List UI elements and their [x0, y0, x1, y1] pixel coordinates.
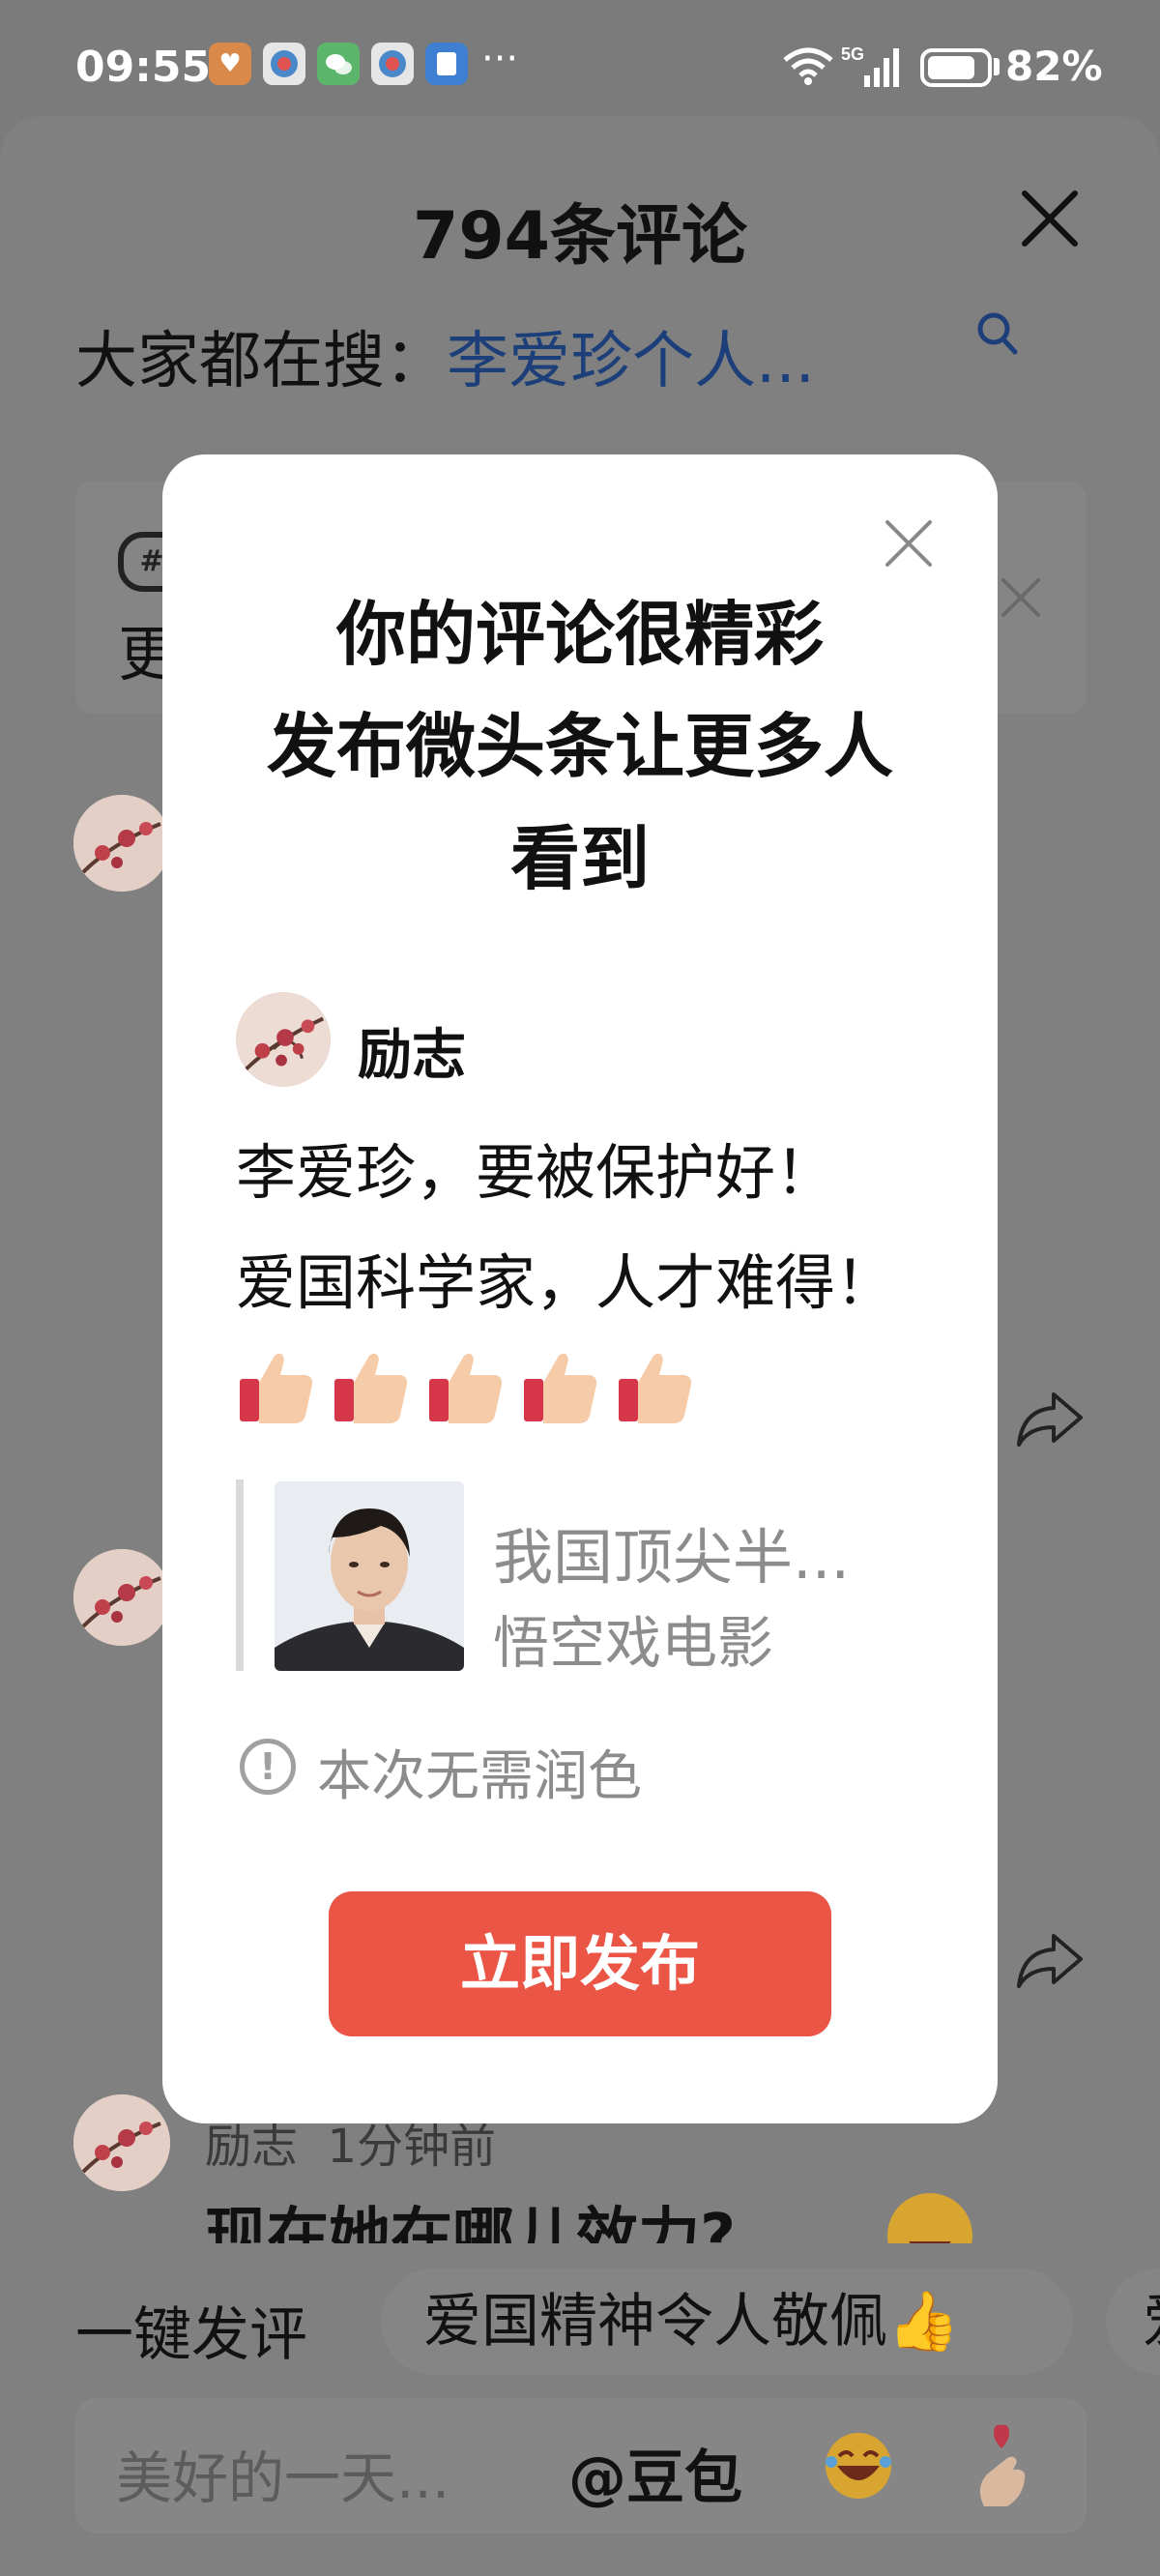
- emoji-icon[interactable]: [820, 2427, 897, 2504]
- topic-close-icon[interactable]: [998, 574, 1044, 621]
- thumbs-up-icon: [619, 1353, 692, 1423]
- quick-comment-label: 一键发评: [75, 2301, 307, 2369]
- trending-search-term[interactable]: 李爱珍个人...: [447, 326, 815, 397]
- thumbs-up-icon: [524, 1353, 597, 1423]
- comment-author: 励志: [205, 2120, 299, 2174]
- quoted-article-title[interactable]: 我国顶尖半...: [493, 1508, 850, 1595]
- ebook-app-icon: [425, 43, 468, 85]
- battery-icon: [920, 48, 992, 87]
- sheet-close-icon[interactable]: [1015, 184, 1085, 253]
- svg-text:5G: 5G: [841, 44, 864, 64]
- comment-avatar[interactable]: [73, 2094, 170, 2191]
- share-icon[interactable]: [1015, 1930, 1085, 1990]
- publish-button[interactable]: 立即发布: [329, 1891, 831, 2036]
- quoted-article-source: 悟空戏电影: [493, 1610, 774, 1676]
- publish-modal: 你的评论很精彩 发布微头条让更多人 看到 励志 李爱珍，要被保护好！ 爱国科学家…: [162, 454, 998, 2123]
- thumbs-up-icon: [334, 1353, 408, 1423]
- quote-divider: [236, 1479, 244, 1671]
- comment-line: 爱国科学家，人才难得！: [236, 1247, 896, 1318]
- battery-level: [928, 56, 974, 79]
- signal-icon: 5G: [841, 44, 899, 87]
- search-icon[interactable]: [972, 309, 1023, 360]
- health-app-icon: ♥: [209, 43, 251, 85]
- quoted-article-image[interactable]: [275, 1481, 464, 1671]
- comment-text: 现在她在哪儿效力?: [205, 2202, 737, 2243]
- thumbs-up-icon: [240, 1353, 313, 1423]
- modal-title-line: 你的评论很精彩: [335, 594, 824, 675]
- video-app-icon-2: [371, 43, 414, 85]
- comment-avatar[interactable]: [73, 1549, 170, 1646]
- battery-percent: 82%: [1005, 43, 1103, 90]
- status-time: 09:55: [75, 43, 212, 92]
- info-icon: !: [240, 1739, 296, 1795]
- trending-search-label: 大家都在搜：: [75, 326, 447, 397]
- wifi-icon: [783, 47, 833, 85]
- modal-title-line: 发布微头条让更多人: [266, 706, 893, 787]
- modal-title: 你的评论很精彩 发布微头条让更多人 看到: [162, 578, 998, 915]
- user-avatar: [236, 992, 331, 1087]
- more-notifications-icon: ···: [481, 37, 519, 81]
- status-bar: 09:55 ♥ ··· 5G 82%: [0, 0, 1160, 126]
- comment-time: 1分钟前: [327, 2120, 497, 2174]
- laughing-emoji-icon: [887, 2193, 972, 2243]
- finger-heart-icon[interactable]: [965, 2419, 1042, 2512]
- thumbs-up-icon: [429, 1353, 503, 1423]
- comment-count-title: 794条评论: [413, 198, 747, 275]
- comment-input-placeholder: 美好的一天...: [116, 2445, 450, 2511]
- modal-title-line: 看到: [509, 818, 650, 899]
- quick-reply-chip[interactable]: 爱国精神令人敬佩👍: [381, 2269, 1073, 2375]
- video-app-icon: [263, 43, 305, 85]
- comment-avatar[interactable]: [73, 795, 170, 892]
- mention-button[interactable]: @豆包: [568, 2431, 742, 2515]
- comment-input[interactable]: 美好的一天... @豆包: [75, 2398, 1087, 2533]
- wechat-app-icon: [317, 43, 360, 85]
- battery-tip: [994, 58, 1000, 75]
- share-icon[interactable]: [1015, 1389, 1085, 1449]
- trending-search[interactable]: 大家都在搜：李爱珍个人...: [75, 311, 815, 400]
- comment-line: 李爱珍，要被保护好！: [236, 1137, 836, 1208]
- username: 励志: [358, 1024, 466, 1087]
- modal-close-icon[interactable]: [882, 516, 936, 571]
- polish-notice: 本次无需润色: [317, 1745, 642, 1808]
